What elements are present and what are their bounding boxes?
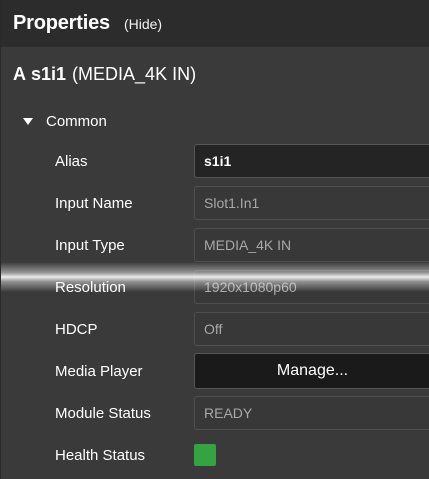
section-common-toggle[interactable]: Common — [1, 102, 429, 140]
input-type-field: MEDIA_4K IN — [194, 228, 429, 262]
property-row-resolution: Resolution 1920x1080p60 — [1, 266, 429, 308]
resolution-label: Resolution — [55, 278, 126, 296]
device-prefix: A — [13, 64, 26, 84]
resolution-field: 1920x1080p60 — [194, 270, 429, 304]
device-type: (MEDIA_4K IN) — [72, 64, 197, 84]
input-name-label: Input Name — [55, 194, 133, 212]
property-row-health-status: Health Status — [1, 434, 429, 476]
module-status-field: READY — [194, 396, 429, 430]
module-status-label: Module Status — [55, 404, 151, 422]
property-row-media-player: Media Player Manage... — [1, 350, 429, 392]
health-status-label: Health Status — [55, 446, 146, 464]
input-name-field: Slot1.In1 — [194, 186, 429, 220]
hide-link[interactable]: (Hide) — [124, 16, 162, 32]
properties-panel: Properties (Hide) A s1i1 (MEDIA_4K IN) C… — [0, 0, 429, 479]
hdcp-label: HDCP — [55, 320, 98, 338]
property-row-input-name: Input Name Slot1.In1 — [1, 182, 429, 224]
input-type-label: Input Type — [55, 236, 125, 254]
media-player-label: Media Player — [55, 362, 143, 380]
panel-header: Properties (Hide) — [1, 0, 429, 47]
panel-title: Properties — [13, 12, 110, 34]
property-row-module-status: Module Status READY — [1, 392, 429, 434]
device-heading: A s1i1 (MEDIA_4K IN) — [1, 47, 429, 102]
property-rows: Alias s1i1 Input Name Slot1.In1 Input Ty… — [1, 140, 429, 476]
manage-button[interactable]: Manage... — [194, 353, 429, 389]
section-common-label: Common — [46, 112, 107, 130]
triangle-down-icon[interactable] — [23, 117, 33, 125]
alias-label: Alias — [55, 152, 88, 170]
property-row-hdcp: HDCP Off — [1, 308, 429, 350]
property-row-alias: Alias s1i1 — [1, 140, 429, 182]
property-row-input-type: Input Type MEDIA_4K IN — [1, 224, 429, 266]
health-status-indicator — [194, 444, 216, 466]
device-name: s1i1 — [31, 64, 67, 84]
alias-input[interactable]: s1i1 — [194, 144, 429, 178]
hdcp-field: Off — [194, 312, 429, 346]
